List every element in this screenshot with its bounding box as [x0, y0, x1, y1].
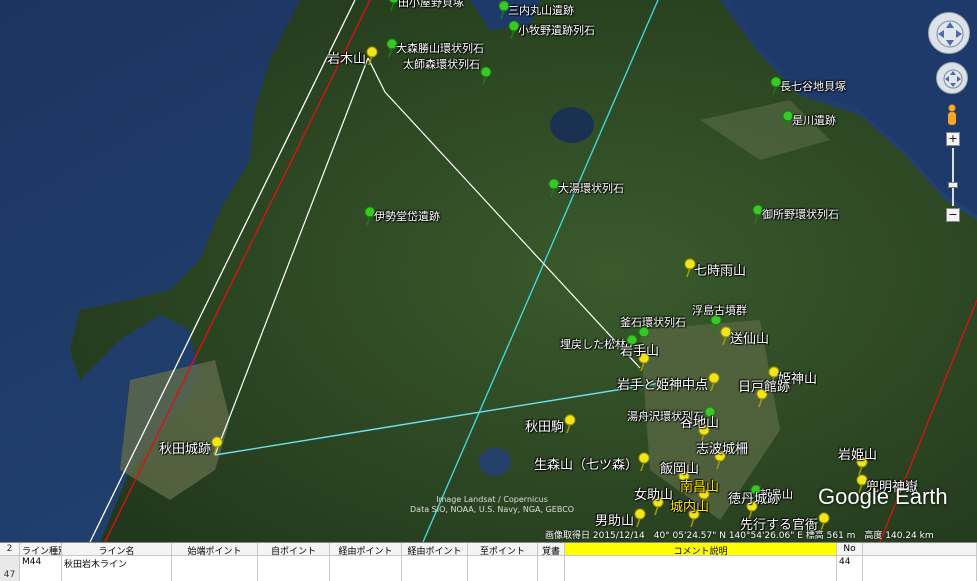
- marker-akitajo-label[interactable]: 秋田城跡: [159, 438, 211, 457]
- row-number[interactable]: 2: [0, 543, 20, 556]
- move-arrows-icon: [943, 69, 963, 89]
- attribution-line-1: Image Landsat / Copernicus: [436, 495, 548, 504]
- cell-comment[interactable]: [565, 556, 837, 581]
- marker-jonai-label[interactable]: 城内山: [670, 496, 709, 515]
- earth-map-view[interactable]: 田小屋野貝塚 三内丸山遺跡小牧野遺跡列石岩木山 大森勝山環状列石 太師森環状列石長七谷…: [0, 0, 977, 542]
- marker-tokutan-label[interactable]: 徳丹城跡: [728, 488, 780, 507]
- comment-header-cell[interactable]: コメント説明: [565, 543, 837, 556]
- google-earth-logo: Google Earth: [818, 484, 948, 509]
- pushpin-icon[interactable]: [364, 46, 380, 66]
- marker-iwakisan-label[interactable]: 岩木山: [327, 48, 366, 67]
- cell-via-point[interactable]: [402, 556, 468, 581]
- cell-no[interactable]: 44: [837, 556, 863, 581]
- marker-nagashichiya-label[interactable]: 長七谷地貝塚: [780, 78, 846, 94]
- cell-line-name[interactable]: 秋田岩木ライン: [62, 556, 172, 581]
- header-row: 2 ライン種別 ライン名 始端ポイント 自ポイント 経由ポイント 経由ポイント …: [0, 543, 977, 556]
- marker-isedo-label[interactable]: 伊勢堂岱遺跡: [374, 208, 440, 224]
- header-cell[interactable]: [863, 543, 977, 556]
- pushpin-icon[interactable]: [562, 414, 578, 434]
- marker-goshono-label[interactable]: 御所野環状列石: [762, 206, 839, 222]
- header-cell[interactable]: ライン種別: [20, 543, 62, 556]
- marker-kaneishi-label[interactable]: 釜石環状列石: [620, 314, 686, 330]
- marker-iwatesan-label[interactable]: 岩手山: [620, 340, 659, 359]
- marker-omori-label[interactable]: 大森勝山環状列石: [396, 40, 484, 56]
- header-cell[interactable]: 自ポイント: [258, 543, 330, 556]
- spreadsheet-panel: 2 ライン種別 ライン名 始端ポイント 自ポイント 経由ポイント 経由ポイント …: [0, 542, 977, 581]
- pushpin-icon[interactable]: [632, 508, 648, 528]
- marker-matsubayashi-label[interactable]: 埋戻した松林: [560, 336, 626, 352]
- zoom-slider[interactable]: + −: [946, 132, 960, 224]
- marker-tanichi-label[interactable]: 谷地山: [680, 412, 719, 431]
- cell-self-point[interactable]: [258, 556, 330, 581]
- header-cell[interactable]: 始端ポイント: [172, 543, 258, 556]
- cell-line-type[interactable]: M44: [20, 556, 62, 581]
- marker-iwate-center-label[interactable]: 岩手と姫神中点: [617, 374, 708, 393]
- table-row: 47 M44 秋田岩木ライン 44: [0, 556, 977, 581]
- pushpin-icon[interactable]: [706, 372, 722, 392]
- marker-namamori-label[interactable]: 生森山（七ツ森）: [534, 454, 638, 473]
- street-view-pegman-icon[interactable]: [945, 104, 959, 126]
- marker-taishido-label[interactable]: 太師森環状列石: [403, 56, 480, 72]
- marker-nanashigure-label[interactable]: 七時雨山: [694, 260, 746, 279]
- pushpin-icon[interactable]: [209, 436, 225, 456]
- zoom-track[interactable]: [952, 148, 954, 206]
- look-arrows-icon: [936, 20, 964, 48]
- header-cell[interactable]: No: [837, 543, 863, 556]
- marker-komakino-label[interactable]: 小牧野遺跡列石: [518, 22, 595, 38]
- look-joystick[interactable]: [928, 12, 970, 54]
- marker-otokosuke-label[interactable]: 男助山: [595, 510, 634, 529]
- status-bar: 画像取得日 2015/12/14 40° 05'24.57" N 140°54'…: [545, 531, 934, 541]
- cell-via-point[interactable]: [330, 556, 402, 581]
- header-cell[interactable]: 覚書: [538, 543, 565, 556]
- pushpin-icon[interactable]: [478, 66, 494, 86]
- cell-start-point[interactable]: [172, 556, 258, 581]
- marker-oyu-label[interactable]: 大湯環状列石: [558, 180, 624, 196]
- marker-ukishima-label[interactable]: 浮島古墳群: [692, 302, 747, 318]
- cell-to-point[interactable]: [468, 556, 538, 581]
- marker-sannai-label[interactable]: 三内丸山遺跡: [508, 2, 574, 18]
- cell-empty[interactable]: [863, 556, 977, 581]
- marker-shiwa-label[interactable]: 志波城柵: [696, 438, 748, 457]
- marker-iioka-label[interactable]: 飯岡山: [660, 458, 699, 477]
- header-cell[interactable]: 至ポイント: [468, 543, 538, 556]
- marker-okuyama-label[interactable]: 送仙山: [730, 328, 769, 347]
- header-cell[interactable]: ライン名: [62, 543, 172, 556]
- marker-korekawa-label[interactable]: 是川遺跡: [792, 112, 836, 128]
- row-number[interactable]: 47: [0, 556, 20, 581]
- marker-iwahime-label[interactable]: 岩姫山: [838, 444, 877, 463]
- marker-ishida-label[interactable]: 田小屋野貝塚: [398, 0, 464, 10]
- attribution-line-2: Data SIO, NOAA, U.S. Navy, NGA, GEBCO: [410, 505, 575, 514]
- marker-onnasuke-label[interactable]: 女助山: [634, 484, 673, 503]
- marker-nanshozan-label[interactable]: 南昌山: [680, 476, 719, 495]
- marker-hinoto-label[interactable]: 日戸館跡: [738, 376, 790, 395]
- marker-akitakoma-label[interactable]: 秋田駒: [525, 416, 564, 435]
- cell-memo[interactable]: [538, 556, 565, 581]
- header-cell[interactable]: 経由ポイント: [330, 543, 402, 556]
- zoom-out-button[interactable]: −: [946, 208, 960, 222]
- header-cell[interactable]: 経由ポイント: [402, 543, 468, 556]
- pushpin-icon[interactable]: [636, 452, 652, 472]
- zoom-thumb[interactable]: [948, 182, 958, 188]
- zoom-in-button[interactable]: +: [946, 132, 960, 146]
- move-joystick[interactable]: [936, 62, 968, 94]
- imagery-attribution: Image Landsat / Copernicus Data SIO, NOA…: [410, 495, 574, 515]
